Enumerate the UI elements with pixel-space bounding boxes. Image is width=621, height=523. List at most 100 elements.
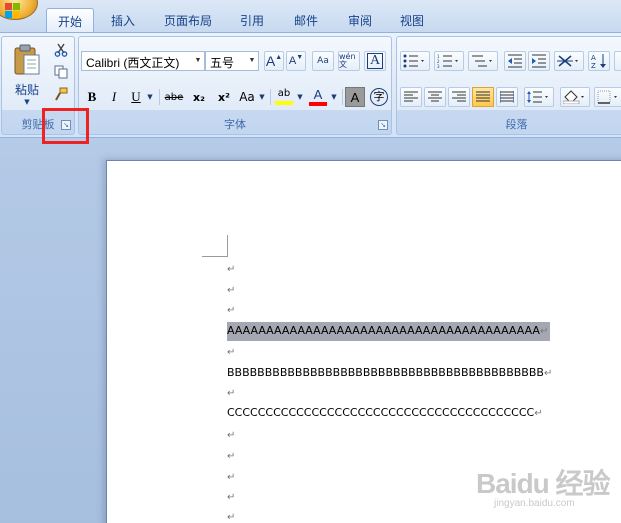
tab-view[interactable]: 视图 [388,8,436,32]
copy-icon [54,65,68,79]
format-painter-button[interactable] [52,85,70,103]
paragraph-mark-icon: ↵ [543,368,553,379]
increase-indent-button[interactable] [528,51,550,71]
tab-home[interactable]: 开始 [46,8,94,32]
font-size-value: 五号 [210,56,235,70]
watermark-brand: Baidu 经验 [476,468,611,499]
line-spacing-button[interactable] [524,87,554,107]
numbering-button[interactable]: 123 [434,51,464,71]
paragraph-mark-icon: ↵ [227,388,236,399]
character-border-icon: A [366,53,384,69]
paragraph-mark-icon: ↵ [227,285,236,296]
document-line[interactable]: ↵ [227,470,235,488]
font-name-value: Calibri (西文正文) [86,56,180,70]
justify-button[interactable] [472,87,494,107]
increase-indent-icon [532,54,546,68]
highlight-dropdown-icon[interactable]: ▼ [295,87,305,107]
scissors-icon [54,43,68,57]
font-name-combo[interactable]: Calibri (西文正文) ▼ [81,51,205,71]
office-button[interactable] [0,0,38,20]
svg-text:3: 3 [437,64,440,68]
format-painter-icon [55,87,68,101]
align-center-button[interactable] [424,87,446,107]
underline-button[interactable]: U [127,87,145,107]
paragraph-group: 123 A Z 段落 [396,36,621,135]
subscript-button[interactable]: x₂ [189,87,209,107]
align-right-button[interactable] [448,87,470,107]
distributed-icon [500,91,514,103]
clear-formatting-button[interactable]: Aa [312,51,334,71]
font-size-dropdown-icon[interactable]: ▼ [246,52,258,70]
bullets-icon [403,54,424,68]
document-line[interactable]: ↵ [227,428,235,446]
highlighter-icon: ab [277,88,291,99]
align-center-icon [428,91,442,102]
phonetic-guide-button[interactable]: wén 文 [338,51,360,71]
document-line[interactable]: ↵ [227,303,235,321]
align-left-icon [404,91,418,102]
font-name-dropdown-icon[interactable]: ▼ [192,52,204,70]
font-color-button[interactable]: A [307,87,329,107]
document-line[interactable]: ↵ [227,449,235,467]
paste-dropdown-icon[interactable]: ▼ [24,98,29,106]
shrink-arrow-icon: ▼ [296,53,304,61]
bullets-button[interactable] [400,51,430,71]
font-group: Calibri (西文正文) ▼ 五号 ▼ A ▲ A ▼ Aa wén 文 A B… [78,36,392,135]
font-dialog-launcher[interactable]: ↘ [378,120,388,130]
sort-icon: A Z [591,54,606,69]
character-border-button[interactable]: A [364,51,386,71]
document-line[interactable]: ↵ [227,386,235,404]
ribbon: 粘贴 ▼ 剪贴板 ↘ Calibri (西文正文) ▼ 五号 ▼ A ▲ A ▼… [0,32,621,138]
paragraph-mark-icon: ↵ [227,472,236,483]
ribbon-tab-bar: 开始 插入 页面布局 引用 邮件 审阅 视图 [0,0,621,34]
font-color-dropdown-icon[interactable]: ▼ [329,87,339,107]
chinese-layout-button[interactable] [554,51,584,71]
font-size-combo[interactable]: 五号 ▼ [205,51,259,71]
superscript-button[interactable]: x² [214,87,234,107]
copy-button[interactable] [52,63,70,81]
bold-button[interactable]: B [83,87,101,107]
tab-mailings[interactable]: 邮件 [282,8,330,32]
paragraph-mark-icon: ↵ [227,347,236,358]
document-line[interactable]: ↵ [227,262,235,280]
watermark-url: jingyan.baidu.com [494,498,575,509]
enclose-characters-button[interactable]: 字 [369,87,389,107]
character-shading-button[interactable]: A [345,87,365,107]
change-case-button[interactable]: Aa [237,87,257,107]
strikethrough-button[interactable]: abe [163,87,185,107]
shrink-font-button[interactable]: A ▼ [286,51,306,71]
align-left-button[interactable] [400,87,422,107]
selected-document-line[interactable]: AAAAAAAAAAAAAAAAAAAAAAAAAAAAAAAAAAAAAAAA… [227,322,551,341]
phonetic-guide-icon: wén 文 [339,52,356,69]
cut-button[interactable] [52,41,70,59]
paste-icon [14,44,40,74]
tab-page-layout[interactable]: 页面布局 [155,8,221,32]
grow-font-button[interactable]: A ▲ [264,51,284,71]
decrease-indent-button[interactable] [504,51,526,71]
text-highlight-button[interactable]: ab [273,87,295,107]
paint-bucket-icon [563,90,584,104]
paragraph-shading-button[interactable] [560,87,590,107]
document-line[interactable]: ↵ [227,490,235,508]
italic-button[interactable]: I [105,87,123,107]
font-color-icon: A [313,86,323,102]
tab-insert[interactable]: 插入 [100,8,146,32]
margin-corner-mark [202,235,228,257]
distributed-button[interactable] [496,87,518,107]
baidu-jingyan-watermark: Baidu 经验 jingyan.baidu.com [476,462,616,520]
tab-review[interactable]: 审阅 [336,8,384,32]
change-case-dropdown-icon[interactable]: ▼ [257,87,267,107]
document-line[interactable]: BBBBBBBBBBBBBBBBBBBBBBBBBBBBBBBBBBBBBBBB… [227,366,552,384]
show-marks-button[interactable]: ¶ [614,51,621,71]
tab-references[interactable]: 引用 [228,8,276,32]
multilevel-list-button[interactable] [468,51,498,71]
underline-dropdown-icon[interactable]: ▼ [145,87,155,107]
document-line[interactable]: ↵ [227,510,235,523]
paste-button[interactable]: 粘贴 ▼ [6,39,48,109]
enclose-characters-icon: 字 [370,88,388,106]
document-line[interactable]: ↵ [227,345,235,363]
document-line[interactable]: ↵ [227,283,235,301]
sort-button[interactable]: A Z [588,51,610,71]
borders-button[interactable] [594,87,621,107]
document-line[interactable]: CCCCCCCCCCCCCCCCCCCCCCCCCCCCCCCCCCCCCCCC… [227,406,543,424]
